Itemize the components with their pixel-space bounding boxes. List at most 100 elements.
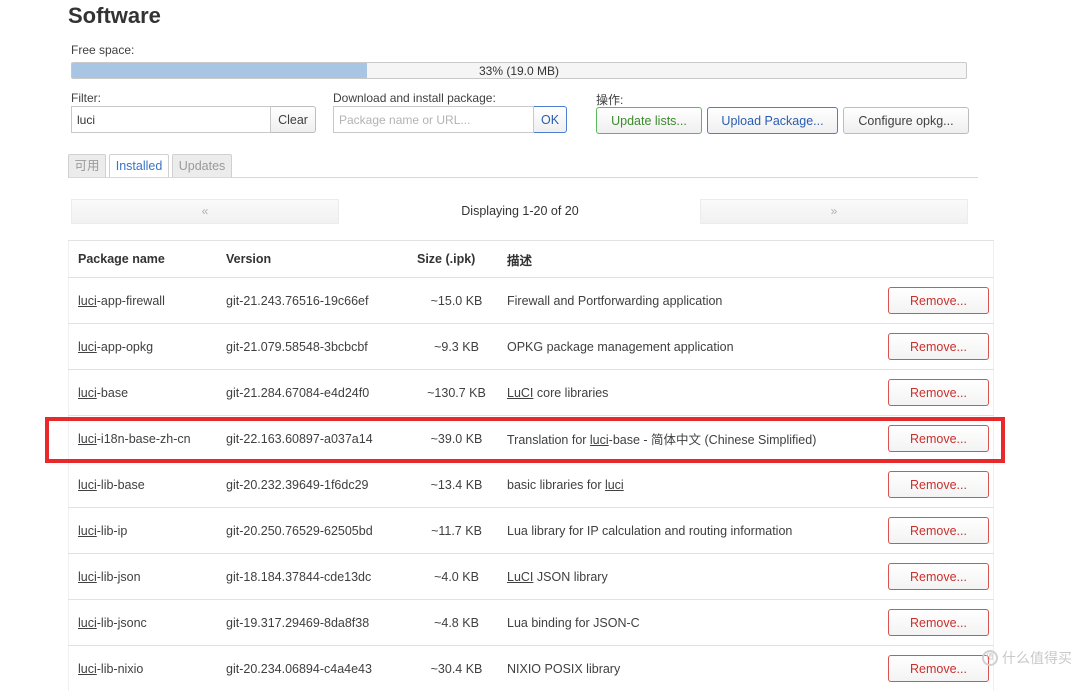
tab-installed[interactable]: Installed [109, 154, 169, 178]
package-name-cell: luci-lib-base [69, 462, 227, 508]
package-version: git-21.284.67084-e4d24f0 [226, 370, 406, 416]
package-actions: Remove... [867, 462, 994, 508]
description-segment: core libraries [533, 386, 608, 400]
package-size: ~39.0 KB [406, 416, 507, 462]
package-name-prefix: luci [78, 570, 97, 584]
header-version: Version [226, 241, 406, 278]
description-segment: LuCI [507, 570, 533, 584]
package-name-cell: luci-app-opkg [69, 324, 227, 370]
description-segment: NIXIO POSIX library [507, 662, 620, 676]
table-row: luci-lib-basegit-20.232.39649-1f6dc29~13… [69, 462, 994, 508]
remove-package-button[interactable]: Remove... [888, 517, 989, 544]
package-table: Package name Version Size (.ipk) 描述 luci… [68, 240, 994, 691]
package-version: git-20.250.76529-62505bd [226, 508, 406, 554]
package-name-suffix: -base [97, 386, 128, 400]
remove-package-button[interactable]: Remove... [888, 287, 989, 314]
install-ok-button[interactable]: OK [534, 106, 567, 133]
clear-filter-button[interactable]: Clear [271, 106, 316, 133]
free-space-text: 33% (19.0 MB) [72, 64, 966, 78]
package-name-cell: luci-i18n-base-zh-cn [69, 416, 227, 462]
remove-package-button[interactable]: Remove... [888, 563, 989, 590]
filter-input[interactable] [71, 106, 271, 133]
package-actions: Remove... [867, 554, 994, 600]
package-actions: Remove... [867, 416, 994, 462]
pager-prev-button[interactable]: « [71, 199, 339, 224]
remove-package-button[interactable]: Remove... [888, 609, 989, 636]
pager-status: Displaying 1-20 of 20 [360, 204, 680, 218]
tab-updates[interactable]: Updates [172, 154, 232, 177]
package-name-prefix: luci [78, 432, 97, 446]
description-segment: Lua binding for JSON-C [507, 616, 640, 630]
package-actions: Remove... [867, 324, 994, 370]
package-name-cell: luci-app-firewall [69, 278, 227, 324]
package-actions: Remove... [867, 370, 994, 416]
header-package-name: Package name [69, 241, 227, 278]
description-segment: luci [590, 433, 609, 447]
remove-package-button[interactable]: Remove... [888, 379, 989, 406]
package-version: git-22.163.60897-a037a14 [226, 416, 406, 462]
package-table-body: luci-app-firewallgit-21.243.76516-19c66e… [69, 278, 994, 691]
free-space-bar: 33% (19.0 MB) [71, 62, 967, 79]
description-segment: OPKG package management application [507, 340, 734, 354]
watermark-text: 什么值得买 [1002, 651, 1072, 667]
table-row: luci-i18n-base-zh-cngit-22.163.60897-a03… [69, 416, 994, 462]
table-row: luci-lib-jsoncgit-19.317.29469-8da8f38~4… [69, 600, 994, 646]
package-url-input[interactable] [333, 106, 534, 133]
remove-package-button[interactable]: Remove... [888, 333, 989, 360]
package-name-suffix: -app-firewall [97, 294, 165, 308]
package-size: ~11.7 KB [406, 508, 507, 554]
description-segment: Translation for [507, 433, 590, 447]
package-actions: Remove... [867, 600, 994, 646]
package-description: LuCI JSON library [507, 554, 867, 600]
package-name-cell: luci-lib-json [69, 554, 227, 600]
header-actions [867, 241, 994, 278]
page-title: Software [68, 3, 161, 29]
remove-package-button[interactable]: Remove... [888, 471, 989, 498]
description-segment: luci [605, 478, 624, 492]
description-segment: JSON library [533, 570, 607, 584]
description-segment: -base - 简体中文 (Chinese Simplified) [609, 433, 817, 447]
package-actions: Remove... [867, 278, 994, 324]
package-actions: Remove... [867, 646, 994, 691]
free-space-label: Free space: [71, 43, 134, 57]
package-name-prefix: luci [78, 616, 97, 630]
description-segment: Lua library for IP calculation and routi… [507, 524, 792, 538]
package-version: git-20.234.06894-c4a4e43 [226, 646, 406, 691]
package-version: git-19.317.29469-8da8f38 [226, 600, 406, 646]
table-row: luci-lib-jsongit-18.184.37844-cde13dc~4.… [69, 554, 994, 600]
update-lists-button[interactable]: Update lists... [596, 107, 702, 134]
package-version: git-21.079.58548-3bcbcbf [226, 324, 406, 370]
header-description: 描述 [507, 241, 867, 278]
remove-package-button[interactable]: Remove... [888, 425, 989, 452]
package-name-cell: luci-lib-nixio [69, 646, 227, 691]
description-segment: LuCI [507, 386, 533, 400]
configure-opkg-button[interactable]: Configure opkg... [843, 107, 969, 134]
package-size: ~30.4 KB [406, 646, 507, 691]
package-description: OPKG package management application [507, 324, 867, 370]
package-size: ~130.7 KB [406, 370, 507, 416]
upload-package-button[interactable]: Upload Package... [707, 107, 838, 134]
package-name-cell: luci-lib-jsonc [69, 600, 227, 646]
package-name-cell: luci-base [69, 370, 227, 416]
table-row: luci-lib-nixiogit-20.234.06894-c4a4e43~3… [69, 646, 994, 691]
package-name-suffix: -lib-base [97, 478, 145, 492]
tab-available[interactable]: 可用 [68, 154, 106, 177]
package-description: Firewall and Portforwarding application [507, 278, 867, 324]
package-description: Translation for luci-base - 简体中文 (Chines… [507, 416, 867, 462]
actions-label: 操作: [596, 91, 623, 108]
package-description: Lua library for IP calculation and routi… [507, 508, 867, 554]
package-name-suffix: -lib-json [97, 570, 141, 584]
table-row: luci-lib-ipgit-20.250.76529-62505bd~11.7… [69, 508, 994, 554]
pager-next-button[interactable]: » [700, 199, 968, 224]
package-description: Lua binding for JSON-C [507, 600, 867, 646]
table-row: luci-basegit-21.284.67084-e4d24f0~130.7 … [69, 370, 994, 416]
package-name-suffix: -app-opkg [97, 340, 153, 354]
package-description: LuCI core libraries [507, 370, 867, 416]
tabs-divider [68, 177, 978, 178]
package-name-prefix: luci [78, 524, 97, 538]
package-name-suffix: -lib-nixio [97, 662, 144, 676]
package-size: ~4.8 KB [406, 600, 507, 646]
package-version: git-21.243.76516-19c66ef [226, 278, 406, 324]
package-actions: Remove... [867, 508, 994, 554]
watermark: 什么值得买 [982, 648, 1072, 668]
